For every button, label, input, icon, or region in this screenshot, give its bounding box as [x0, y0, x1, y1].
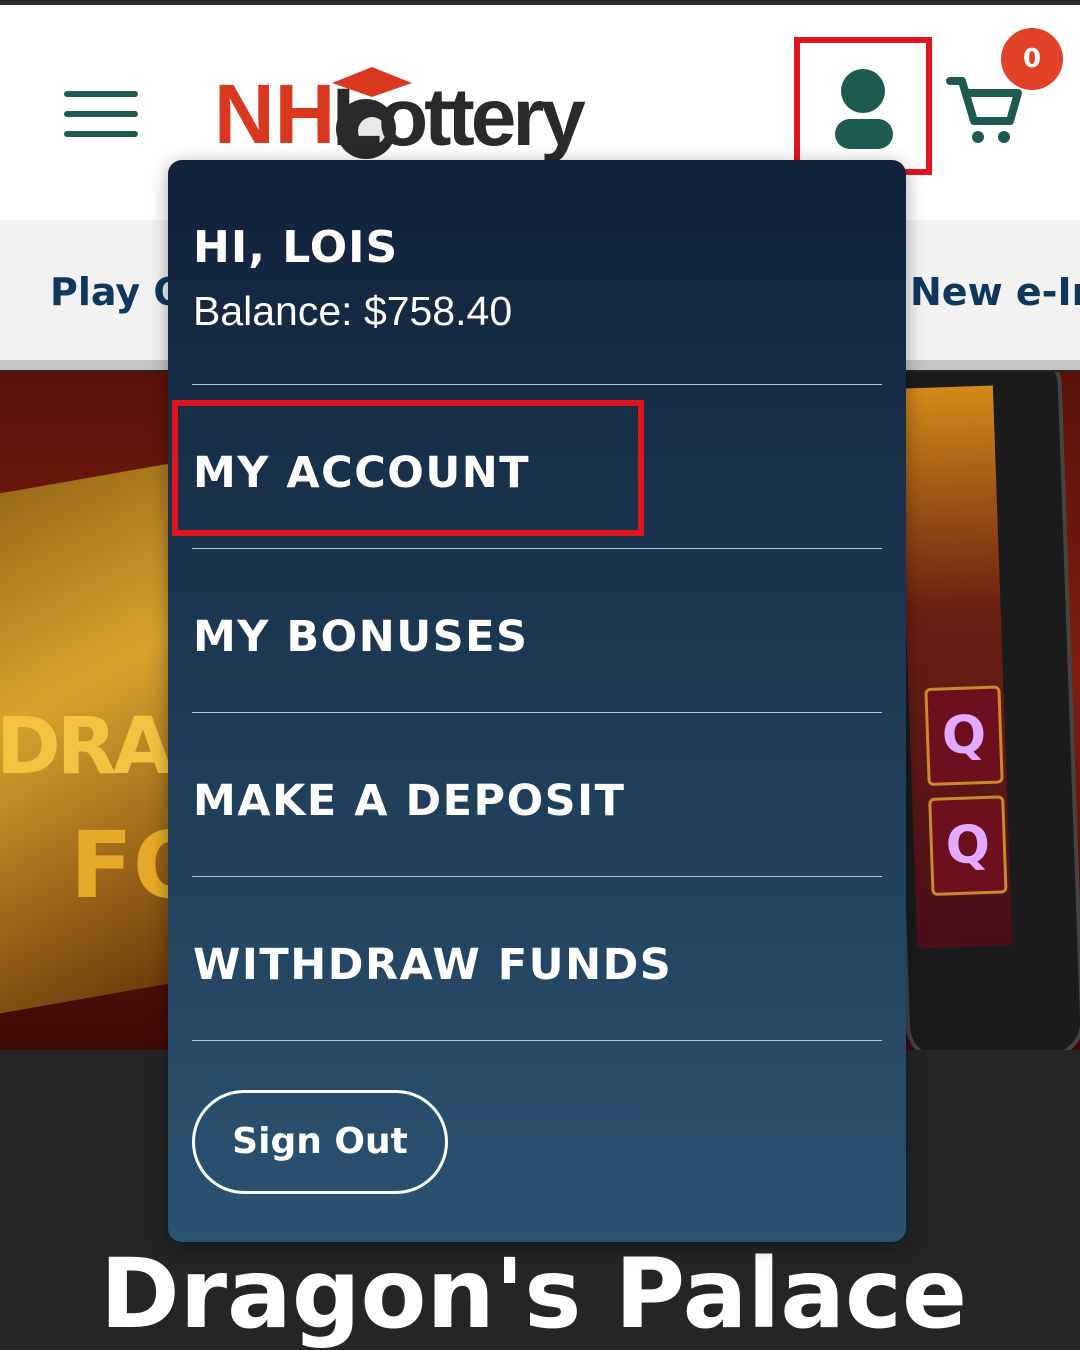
menu-icon-bar — [64, 111, 138, 117]
nh-lottery-logo[interactable]: NH Lottery — [212, 61, 592, 169]
sign-out-button[interactable]: Sign Out — [192, 1090, 448, 1194]
user-icon — [835, 69, 893, 149]
logo-lottery: Lottery — [332, 72, 586, 163]
cart-count-badge: 0 — [1001, 28, 1063, 90]
account-button[interactable] — [794, 37, 932, 175]
divider — [192, 712, 882, 713]
nav-link-play[interactable]: Play O — [50, 270, 186, 314]
greeting: HI, LOIS — [193, 222, 399, 273]
reel-symbol: Q — [928, 795, 1008, 896]
logo-graphic: NH Lottery — [214, 67, 590, 163]
divider — [192, 548, 882, 549]
phone-mockup: Q Q — [882, 372, 1080, 1050]
phone-screen: Q Q — [897, 385, 1013, 949]
logo-nh: NH — [214, 67, 335, 161]
menu-item-my-bonuses[interactable]: MY BONUSES — [193, 612, 528, 662]
reel-symbol: Q — [924, 685, 1004, 787]
menu-icon-bar — [64, 91, 138, 97]
menu-item-make-a-deposit[interactable]: MAKE A DEPOSIT — [193, 776, 625, 826]
page-title: Dragon's Palace — [100, 1238, 968, 1350]
nav-link-new-e-instants[interactable]: New e-In — [910, 270, 1080, 314]
divider — [192, 1040, 882, 1041]
account-dropdown-menu: HI, LOIS Balance: $758.40 MY ACCOUNT MY … — [168, 160, 906, 1242]
menu-icon[interactable] — [64, 91, 140, 141]
menu-item-my-account[interactable]: MY ACCOUNT — [193, 448, 530, 498]
menu-item-withdraw-funds[interactable]: WITHDRAW FUNDS — [193, 940, 672, 990]
divider — [192, 384, 882, 385]
divider — [192, 876, 882, 877]
menu-icon-bar — [64, 131, 138, 137]
account-balance: Balance: $758.40 — [193, 288, 513, 334]
